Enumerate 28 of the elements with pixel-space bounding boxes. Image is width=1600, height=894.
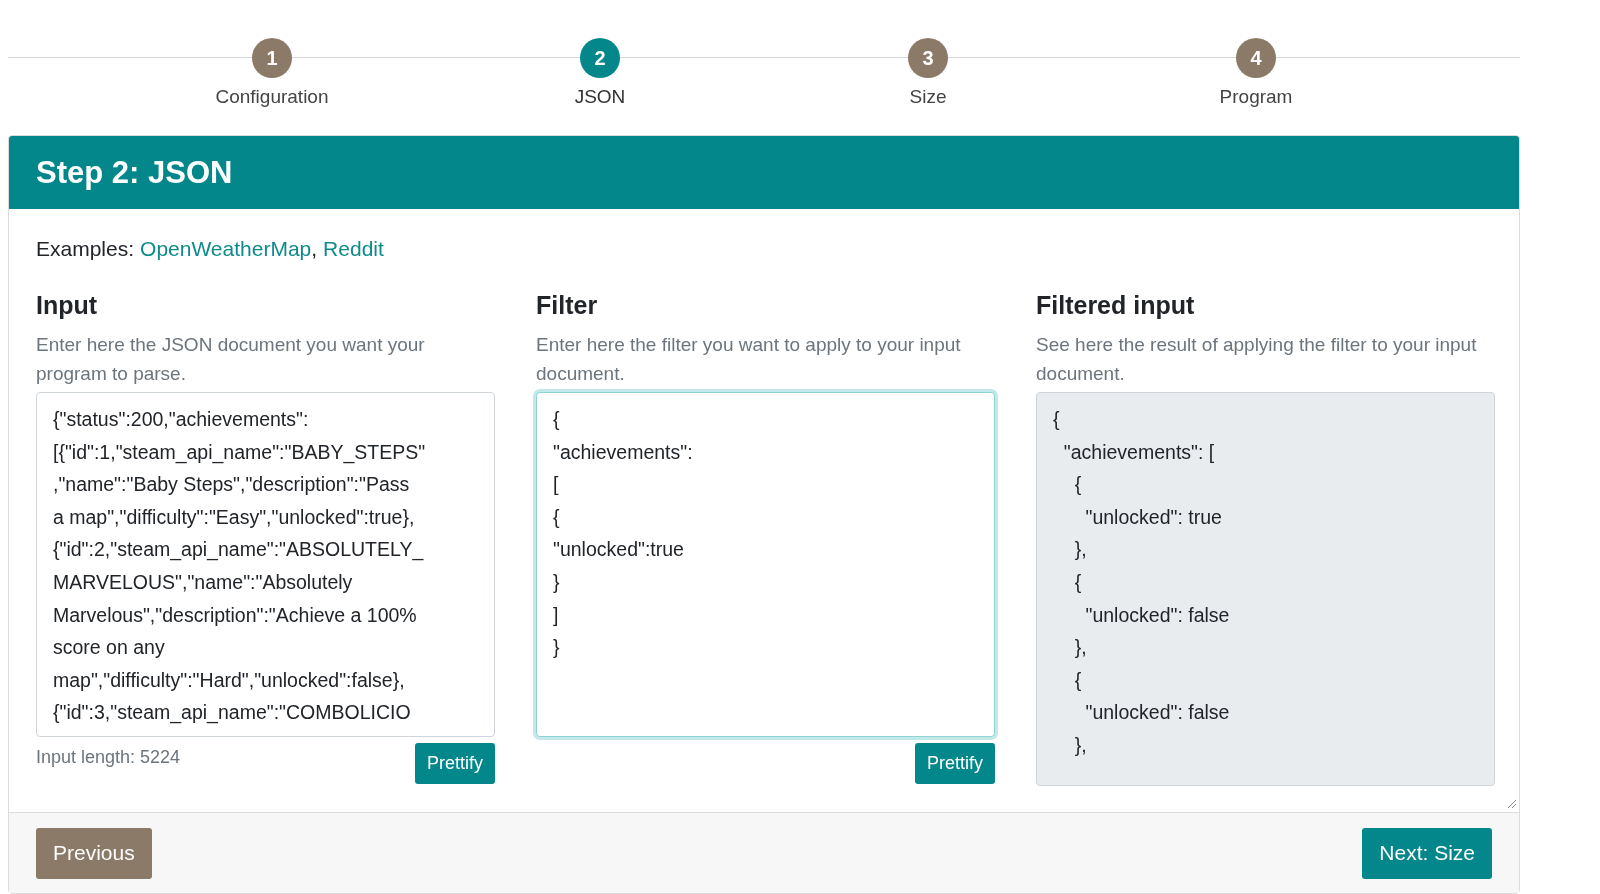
step-label: Configuration <box>215 86 329 108</box>
example-link[interactable]: OpenWeatherMap <box>140 237 312 261</box>
step-label: Size <box>909 86 947 108</box>
input-field[interactable]: { "achievements": [ { "unlocked":true } ] } <box>536 392 995 737</box>
separator-comma: , <box>311 237 318 261</box>
examples-label: Examples: <box>36 237 135 261</box>
output-field[interactable]: { "achievements": [ { "unlocked": true }, { "unlocked": false }, { "unlocked": false }, <box>1036 392 1495 786</box>
step-number[interactable]: 2 <box>580 38 620 78</box>
next-button[interactable]: Next: Size <box>1362 827 1492 879</box>
card-title: Step 2: JSON <box>36 154 233 191</box>
help-text: Enter here the filter you want to apply to your input document. <box>536 333 962 386</box>
step-label: JSON <box>574 86 626 108</box>
step-number[interactable]: 4 <box>1236 38 1276 78</box>
column-heading: Filter <box>536 291 599 320</box>
prettify-button[interactable]: Prettify <box>915 743 995 784</box>
step-number[interactable]: 1 <box>252 38 292 78</box>
step-number[interactable]: 3 <box>908 38 948 78</box>
column-heading: Input <box>36 291 99 320</box>
input-length: Input length: 5224 <box>36 747 181 768</box>
help-text: See here the result of applying the filter to your input document. <box>1036 333 1478 386</box>
column-heading: Filtered input <box>1036 291 1196 320</box>
input-field[interactable]: {"status":200,"achievements": [{"id":1,"steam_api_name":"BABY_STEPS" ,"name":"Baby Steps","description":"Pass a map","difficulty":"Easy","unlocked":true}, {"id":2,"steam_api_name":"ABSOLUTELY_ MARVELOUS","name":"Absolutely Marvelous","description":"Achieve a 100% score on any map","difficulty":"Hard","unlocked":false}, {"id":3,"steam_api_name":"COMBOLICIO <box>36 392 495 737</box>
resize-grip-icon[interactable] <box>1505 797 1517 809</box>
previous-button[interactable]: Previous <box>36 827 152 879</box>
example-link[interactable]: Reddit <box>323 237 384 261</box>
prettify-button[interactable]: Prettify <box>415 743 495 784</box>
help-text: Enter here the JSON document you want your program to parse. <box>36 333 426 386</box>
step-label: Program <box>1219 86 1293 108</box>
